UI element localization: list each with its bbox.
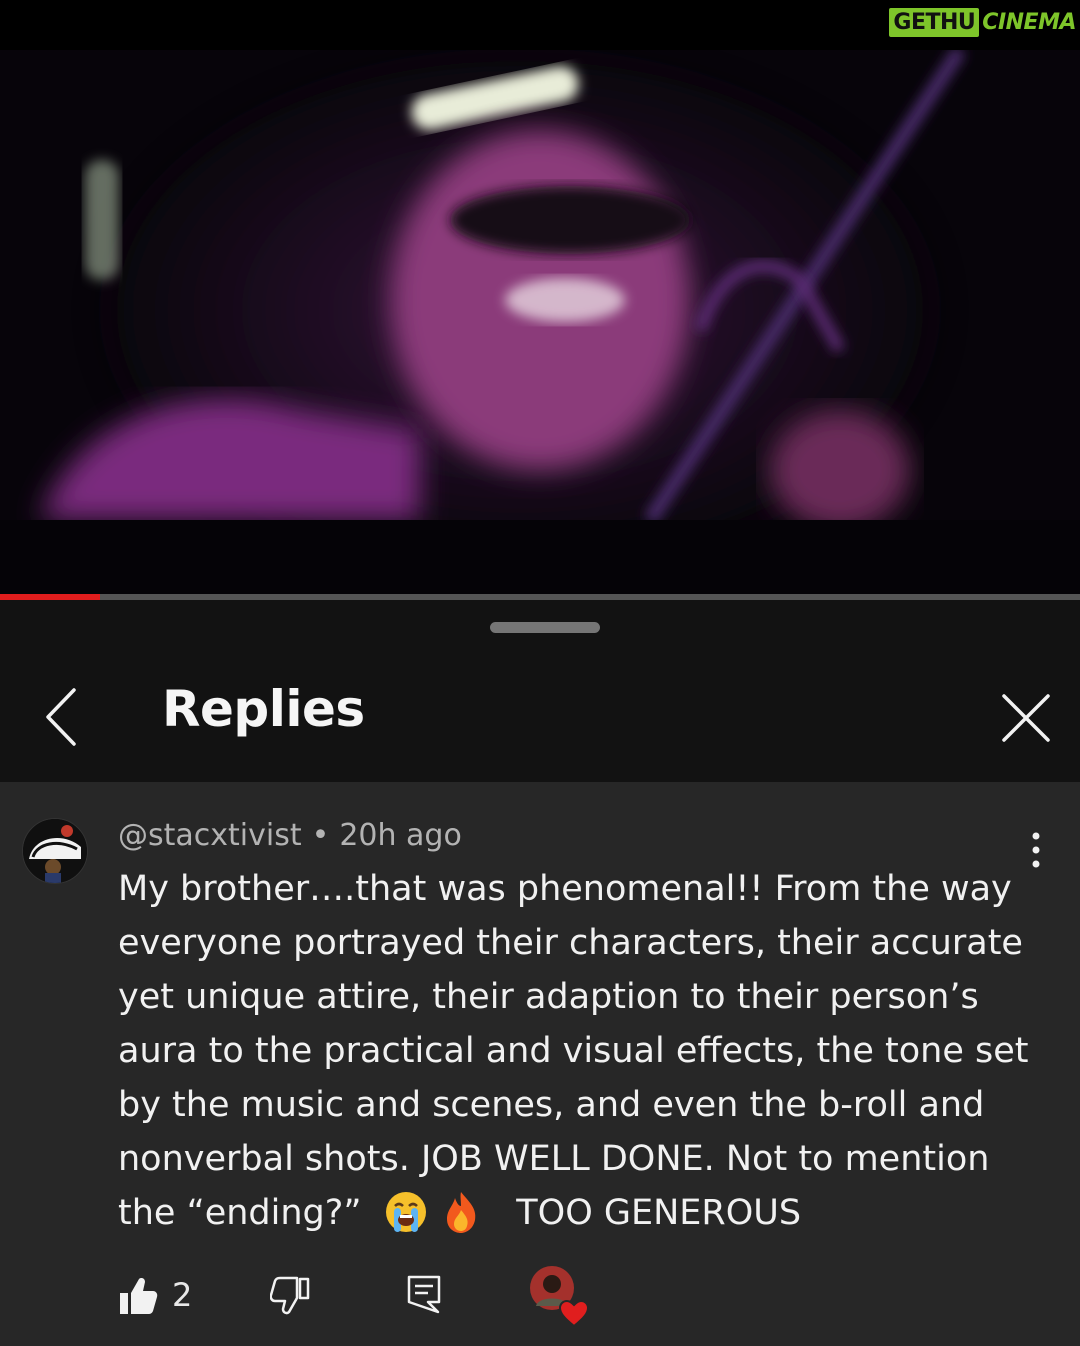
- comment: @stacxtivist • 20h ago My brother….that wa…: [0, 782, 1080, 1346]
- comment-line-end: TOO GENEROUS: [516, 1193, 802, 1233]
- comment-actions: 2: [0, 1262, 1080, 1332]
- comment-line: everyone portrayed their characters, the…: [118, 923, 1023, 963]
- comment-text: My brother….that was phenomenal!! From t…: [118, 862, 1038, 1240]
- comment-line: by the music and scenes, and even the b-…: [118, 1085, 985, 1125]
- video-player[interactable]: [0, 50, 1080, 595]
- comment-timestamp: 20h ago: [339, 818, 462, 853]
- close-button[interactable]: [994, 686, 1058, 750]
- reply-button[interactable]: [406, 1274, 442, 1314]
- creator-heart-badge: [530, 1266, 590, 1328]
- chevron-left-icon: [46, 688, 76, 746]
- watermark-part1: GETHU: [889, 7, 980, 37]
- thumbs-down-icon: [270, 1276, 310, 1315]
- back-button[interactable]: [34, 682, 94, 752]
- comment-line-last: the “ending?” TOO GENEROUS: [118, 1186, 1038, 1240]
- channel-logo-icon: [23, 819, 87, 883]
- thumbs-up-icon: [120, 1278, 158, 1314]
- comment-author[interactable]: @stacxtivist: [118, 818, 302, 853]
- comment-icon: [407, 1275, 441, 1314]
- like-button[interactable]: [118, 1276, 158, 1316]
- watermark-part2: CINEMA: [982, 9, 1076, 35]
- replies-sheet: Replies @stacxtivist • 20h ago My brothe…: [0, 600, 1080, 1346]
- comment-line-start: the “ending?”: [118, 1193, 373, 1233]
- avatar[interactable]: [22, 818, 88, 884]
- loudly-crying-face-icon: [385, 1192, 426, 1232]
- close-icon: [1002, 694, 1050, 742]
- meta-separator: •: [311, 818, 330, 853]
- comment-line: nonverbal shots. JOB WELL DONE. Not to m…: [118, 1139, 990, 1179]
- heart-icon: [558, 1299, 590, 1328]
- drag-handle[interactable]: [490, 622, 600, 633]
- like-count: 2: [172, 1276, 193, 1314]
- watermark-logo: GETHU CINEMA: [889, 6, 1076, 38]
- comment-line: yet unique attire, their adaption to the…: [118, 977, 979, 1017]
- page-title: Replies: [162, 680, 365, 738]
- comment-meta: @stacxtivist • 20h ago: [118, 818, 462, 853]
- fire-icon: [446, 1192, 476, 1233]
- comment-line: My brother….that was phenomenal!! From t…: [118, 869, 1012, 909]
- video-frame: [0, 50, 1080, 520]
- dislike-button[interactable]: [270, 1276, 310, 1316]
- comment-line: aura to the practical and visual effects…: [118, 1031, 1029, 1071]
- sheet-header: Replies: [0, 600, 1080, 782]
